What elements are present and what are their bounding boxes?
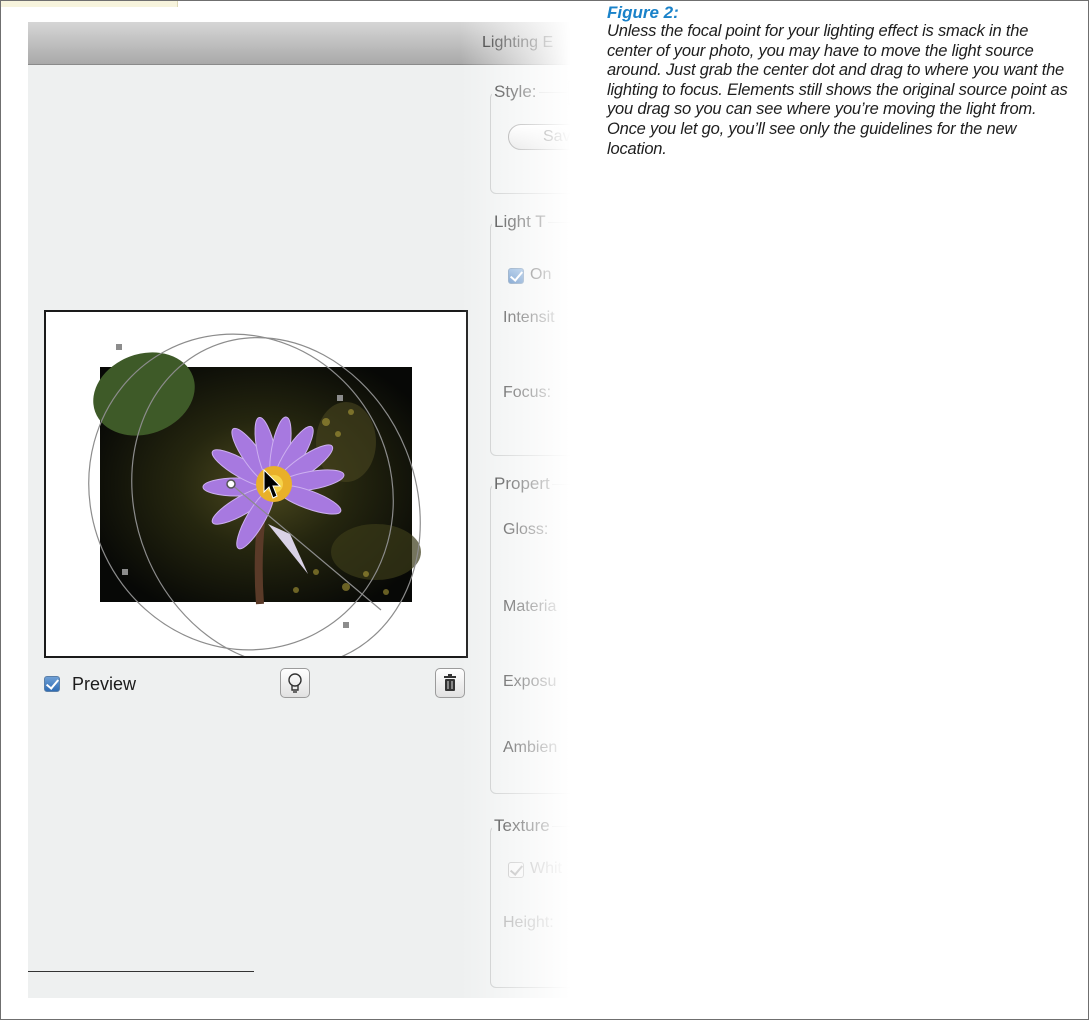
bottom-rule — [28, 971, 254, 972]
delete-light-button[interactable] — [435, 668, 465, 698]
height-label: Height: — [503, 914, 554, 931]
intensity-label: Intensit — [503, 309, 555, 326]
new-light-button[interactable] — [280, 668, 310, 698]
focus-label: Focus: — [503, 384, 552, 401]
figure-caption: Figure 2: Unless the focal point for you… — [607, 3, 1072, 159]
dialog-title: Lighting E — [482, 34, 554, 51]
lighting-effects-dialog: Lighting E Style: Save Light T On Intens… — [28, 22, 580, 998]
gloss-label: Gloss: — [503, 521, 549, 538]
on-checkbox-label: On — [530, 266, 552, 283]
ambience-label: Ambien — [503, 739, 558, 756]
material-label: Materia — [503, 598, 557, 615]
lightbulb-icon — [288, 673, 302, 693]
save-button[interactable]: Save — [508, 124, 580, 150]
preview-canvas[interactable] — [46, 312, 466, 656]
preview-checkbox[interactable] — [44, 676, 60, 692]
white-is-high-checkbox[interactable] — [508, 862, 524, 878]
exposure-label: Exposu — [503, 673, 557, 690]
dialog-titlebar: Lighting E — [28, 22, 580, 65]
figure-label: Figure 2: — [607, 3, 679, 22]
texture-label: Texture — [492, 816, 552, 836]
figure-caption-text: Unless the focal point for your lighting… — [607, 22, 1068, 158]
properties-label: Propert — [492, 474, 552, 494]
preview-checkbox-label: Preview — [72, 674, 137, 694]
light-source-point[interactable] — [226, 479, 236, 489]
style-label: Style: — [492, 82, 539, 102]
light-type-label: Light T — [492, 212, 548, 232]
texture-group — [490, 826, 580, 988]
trash-icon — [444, 674, 456, 691]
on-checkbox[interactable] — [508, 268, 524, 284]
light-type-group — [490, 222, 580, 456]
preview-area[interactable] — [44, 310, 468, 658]
style-dropdown[interactable] — [568, 80, 580, 106]
white-is-high-label: Whit — [530, 860, 562, 877]
